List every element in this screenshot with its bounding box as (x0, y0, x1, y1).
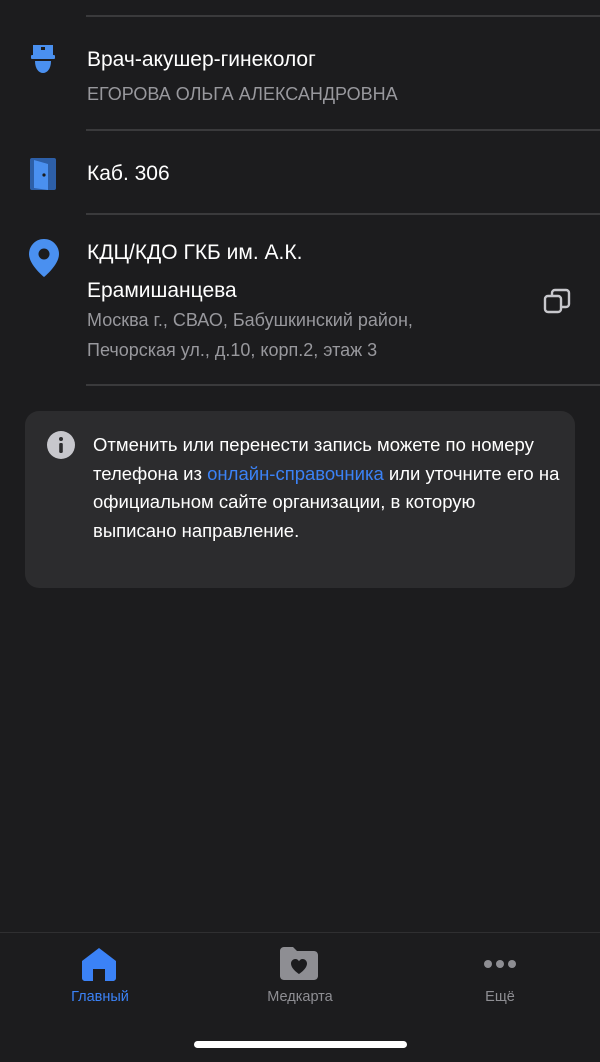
more-dots-icon (484, 960, 516, 968)
tab-more[interactable]: Ещё (400, 933, 600, 1033)
divider (86, 129, 600, 131)
tab-home-label: Главный (71, 989, 129, 1005)
room-label: Каб. 306 (87, 162, 170, 185)
copy-icon[interactable] (543, 288, 571, 316)
doctor-specialty: Врач-акушер-гинеколог (87, 48, 316, 71)
location-address-line1: Москва г., СВАО, Бабушкинский район, (87, 310, 413, 330)
tab-medcard-label: Медкарта (267, 989, 333, 1005)
info-text: Отменить или перенести запись можете по … (93, 431, 563, 545)
tab-medcard[interactable]: Медкарта (200, 933, 400, 1033)
tab-more-label: Ещё (485, 989, 515, 1005)
tab-home[interactable]: Главный (0, 933, 200, 1033)
door-icon (30, 158, 56, 190)
medcard-folder-icon (280, 947, 318, 980)
location-name-line2: Ерамишанцева (87, 279, 237, 302)
home-icon (82, 948, 116, 981)
location-pin-icon (29, 239, 59, 277)
doctor-name: ЕГОРОВА ОЛЬГА АЛЕКСАНДРОВНА (87, 84, 398, 104)
divider (86, 213, 600, 215)
home-indicator (194, 1041, 407, 1048)
divider (86, 15, 600, 17)
doctor-icon (31, 45, 55, 73)
divider (86, 384, 600, 386)
directory-link[interactable]: онлайн-справочника (207, 463, 384, 484)
info-icon (47, 431, 75, 459)
info-card: Отменить или перенести запись можете по … (25, 411, 575, 588)
location-name-line1: КДЦ/КДО ГКБ им. А.К. (87, 241, 303, 264)
location-address-line2: Печорская ул., д.10, корп.2, этаж 3 (87, 340, 378, 360)
